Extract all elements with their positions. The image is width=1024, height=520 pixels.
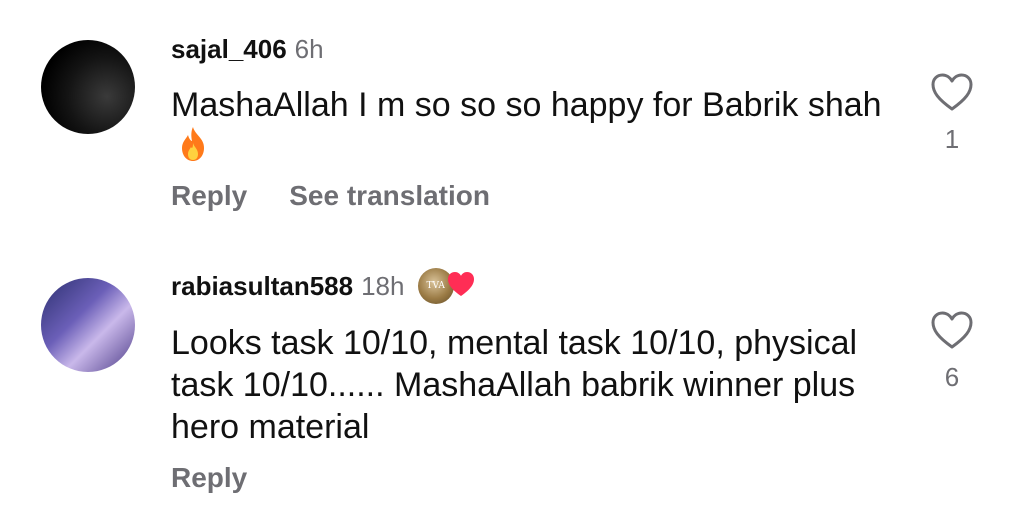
like-button[interactable]: 1 [924, 72, 980, 154]
comment-actions: Reply See translation [171, 180, 532, 212]
username[interactable]: rabiasultan588 [171, 271, 353, 301]
reply-button[interactable]: Reply [171, 180, 247, 211]
heart-outline-icon[interactable] [930, 72, 974, 112]
comment-actions: Reply [171, 462, 289, 494]
heart-outline-icon[interactable] [930, 310, 974, 350]
avatar[interactable] [41, 278, 135, 372]
username[interactable]: sajal_406 [171, 34, 287, 64]
comment-text: MashaAllah I m so so so happy for Babrik… [171, 84, 891, 172]
fire-icon [177, 126, 209, 172]
comments-section: sajal_406 6h MashaAllah I m so so so happ… [0, 0, 1024, 520]
see-translation-button[interactable]: See translation [289, 180, 490, 211]
like-count: 1 [944, 124, 960, 154]
comment-text-content: Looks task 10/10, mental task 10/10, phy… [171, 324, 858, 446]
comment-item: rabiasultan588 18h TVA Looks task 10/10, … [0, 250, 1024, 520]
avatar[interactable] [41, 40, 135, 134]
comment-header: rabiasultan588 18h TVA [171, 268, 478, 306]
like-count: 6 [944, 362, 960, 392]
like-button[interactable]: 6 [924, 310, 980, 392]
coin-heart-badge-icon: TVA [417, 268, 478, 305]
comment-header: sajal_406 6h [171, 33, 324, 65]
comment-text: Looks task 10/10, mental task 10/10, phy… [171, 322, 891, 448]
timestamp: 18h [361, 271, 405, 301]
comment-item: sajal_406 6h MashaAllah I m so so so happ… [0, 0, 1024, 250]
comment-text-content: MashaAllah I m so so so happy for Babrik… [171, 86, 882, 124]
timestamp: 6h [294, 34, 324, 64]
reply-button[interactable]: Reply [171, 462, 247, 493]
